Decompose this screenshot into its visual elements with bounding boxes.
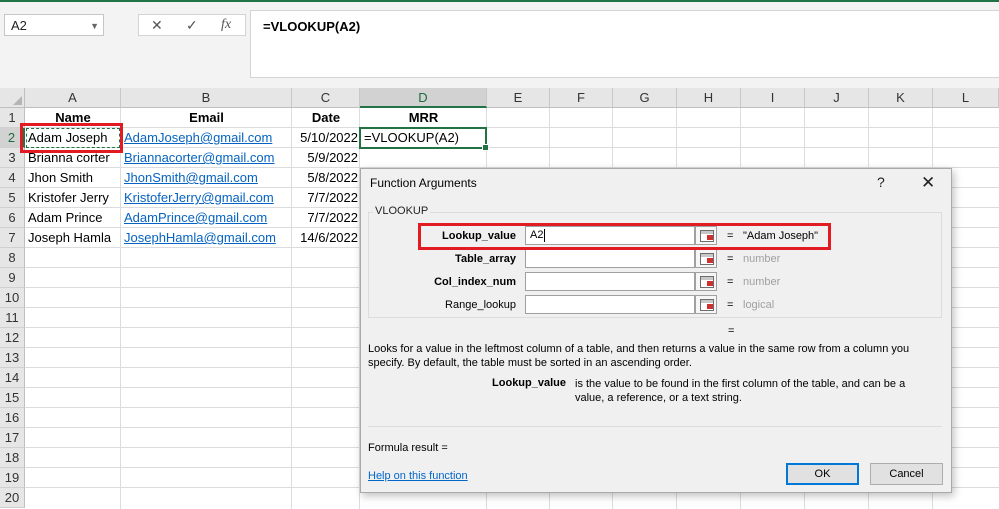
arg-result-col-index-num: number: [743, 276, 781, 288]
cell-email-link[interactable]: AdamJoseph@gmail.com: [124, 128, 272, 148]
equals-sign: =: [727, 276, 734, 288]
column-header-g[interactable]: G: [613, 88, 677, 108]
column-header-k[interactable]: K: [869, 88, 933, 108]
row-header[interactable]: 16: [0, 408, 25, 428]
cell-date[interactable]: 14/6/2022: [292, 228, 358, 248]
cell-date[interactable]: 5/8/2022: [292, 168, 358, 188]
arg-label-table-array: Table_array: [455, 253, 516, 265]
row-header[interactable]: 20: [0, 488, 25, 508]
header-cell-email[interactable]: Email: [121, 108, 292, 128]
cell-date[interactable]: 7/7/2022: [292, 208, 358, 228]
enter-icon[interactable]: ✓: [186, 15, 198, 35]
formula-input[interactable]: =VLOOKUP(A2): [250, 10, 999, 78]
collapse-dialog-icon[interactable]: [695, 249, 717, 268]
cell-date[interactable]: 7/7/2022: [292, 188, 358, 208]
row-header[interactable]: 7: [0, 228, 25, 248]
help-icon[interactable]: ?: [877, 174, 885, 190]
row-header[interactable]: 18: [0, 448, 25, 468]
formula-text: =VLOOKUP(A2): [263, 19, 361, 34]
row-header[interactable]: 14: [0, 368, 25, 388]
formula-bar: A2 ▼ ✕ ✓ fx =VLOOKUP(A2): [0, 2, 999, 88]
column-header-l[interactable]: L: [933, 88, 999, 108]
arg-result-range-lookup: logical: [743, 299, 775, 311]
column-header-e[interactable]: E: [487, 88, 550, 108]
row-header[interactable]: 15: [0, 388, 25, 408]
cell-name[interactable]: Adam Prince: [28, 208, 102, 228]
column-header-d[interactable]: D: [360, 88, 487, 108]
cell-date[interactable]: 5/10/2022: [292, 128, 358, 148]
column-header-h[interactable]: H: [677, 88, 741, 108]
cell-email-link[interactable]: AdamPrince@gmail.com: [124, 208, 267, 228]
dialog-divider: [368, 426, 942, 427]
arg-help-text: is the value to be found in the first co…: [575, 378, 906, 404]
row-header[interactable]: 12: [0, 328, 25, 348]
cell-email-link[interactable]: KristoferJerry@gmail.com: [124, 188, 274, 208]
column-header-b[interactable]: B: [121, 88, 292, 108]
function-arguments-dialog: Function Arguments ? ✕ VLOOKUP Lookup_va…: [360, 168, 952, 493]
row-header[interactable]: 6: [0, 208, 25, 228]
column-header-j[interactable]: J: [805, 88, 869, 108]
arg-help-name: Lookup_value: [492, 377, 566, 389]
arg-result-table-array: number: [743, 253, 781, 265]
row-header[interactable]: 13: [0, 348, 25, 368]
function-result-equals: =: [728, 325, 735, 337]
arg-label-range-lookup: Range_lookup: [445, 299, 516, 311]
ok-button[interactable]: OK: [786, 463, 859, 485]
column-header-a[interactable]: A: [25, 88, 121, 108]
row-header[interactable]: 19: [0, 468, 25, 488]
close-icon[interactable]: ✕: [921, 173, 935, 193]
highlight-box-a2: [20, 123, 123, 153]
table-array-input[interactable]: [525, 249, 695, 268]
column-header-c[interactable]: C: [292, 88, 360, 108]
row-header[interactable]: 4: [0, 168, 25, 188]
column-header-i[interactable]: I: [741, 88, 805, 108]
function-description: Looks for a value in the leftmost column…: [368, 343, 910, 369]
cell-name[interactable]: Joseph Hamla: [28, 228, 111, 248]
cell-email-link[interactable]: JosephHamla@gmail.com: [124, 228, 276, 248]
row-header[interactable]: 8: [0, 248, 25, 268]
equals-sign: =: [727, 299, 734, 311]
active-cell-d2[interactable]: [359, 127, 489, 151]
chevron-down-icon[interactable]: ▼: [90, 15, 99, 37]
col-index-num-input[interactable]: [525, 272, 695, 291]
help-on-function-link[interactable]: Help on this function: [368, 470, 468, 482]
formula-buttons: ✕ ✓ fx: [138, 14, 246, 36]
function-name-label: VLOOKUP: [373, 205, 431, 217]
row-header[interactable]: 5: [0, 188, 25, 208]
cell-name[interactable]: Jhon Smith: [28, 168, 93, 188]
dialog-title: Function Arguments: [370, 176, 477, 190]
gridline: [120, 108, 121, 509]
equals-sign: =: [727, 253, 734, 265]
cell-email-link[interactable]: JhonSmith@gmail.com: [124, 168, 258, 188]
name-box[interactable]: A2 ▼: [4, 14, 104, 36]
cell-email-link[interactable]: Briannacorter@gmail.com: [124, 148, 274, 168]
collapse-dialog-icon[interactable]: [695, 295, 717, 314]
insert-function-icon[interactable]: fx: [221, 15, 231, 35]
select-all-button[interactable]: [0, 88, 25, 108]
row-header[interactable]: 10: [0, 288, 25, 308]
formula-result: Formula result =: [368, 442, 448, 454]
header-cell-date[interactable]: Date: [292, 108, 360, 128]
cancel-button[interactable]: Cancel: [870, 463, 943, 485]
column-header-f[interactable]: F: [550, 88, 613, 108]
cell-date[interactable]: 5/9/2022: [292, 148, 358, 168]
highlight-box-lookup-value: [418, 223, 831, 250]
header-cell-mrr[interactable]: MRR: [360, 108, 487, 128]
name-box-value: A2: [11, 18, 27, 33]
range-lookup-input[interactable]: [525, 295, 695, 314]
collapse-dialog-icon[interactable]: [695, 272, 717, 291]
row-header[interactable]: 9: [0, 268, 25, 288]
cell-name[interactable]: Kristofer Jerry: [28, 188, 109, 208]
row-header[interactable]: 11: [0, 308, 25, 328]
row-header[interactable]: 17: [0, 428, 25, 448]
arg-label-col-index-num: Col_index_num: [434, 276, 516, 288]
cancel-icon[interactable]: ✕: [151, 15, 163, 35]
